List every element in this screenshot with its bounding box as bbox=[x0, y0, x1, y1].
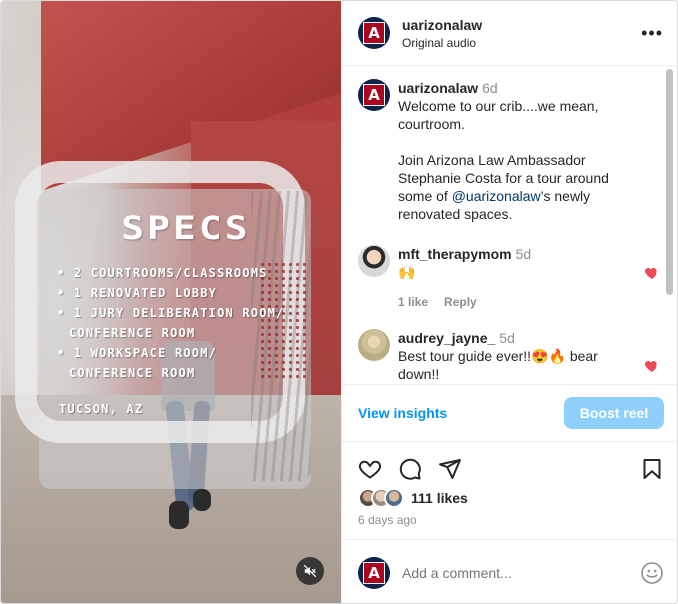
bookmark-icon[interactable] bbox=[640, 457, 664, 481]
audio-link[interactable]: Original audio bbox=[402, 36, 482, 50]
mention-link[interactable]: @uarizonalaw bbox=[452, 188, 541, 204]
avatar[interactable]: A bbox=[358, 79, 390, 111]
header-names: uarizonalaw Original audio bbox=[402, 17, 482, 50]
insights-bar: View insights Boost reel bbox=[342, 384, 677, 442]
specs-title: SPECS bbox=[121, 209, 251, 247]
arizona-a-logo: A bbox=[363, 84, 385, 106]
likes-row: 111 likes bbox=[358, 488, 468, 508]
post-date[interactable]: 6 days ago bbox=[358, 513, 417, 527]
spec-item: conference room bbox=[69, 326, 196, 340]
more-options-icon[interactable]: ••• bbox=[641, 23, 663, 44]
comment-likes[interactable]: 1 like bbox=[398, 293, 428, 311]
specs-list: • 2 courtrooms/classrooms • 1 renovated … bbox=[57, 263, 337, 383]
spec-item: conference room bbox=[69, 366, 196, 380]
comment-item: mft_therapymom 5d 🙌 1 like Reply bbox=[358, 245, 663, 311]
comment-input[interactable] bbox=[402, 564, 640, 581]
caption-time[interactable]: 6d bbox=[482, 80, 498, 96]
speaker-muted-icon bbox=[303, 564, 317, 578]
caption-body: uarizonalaw 6d Welcome to our crib....we … bbox=[398, 79, 638, 223]
liker-avatars[interactable] bbox=[358, 488, 404, 508]
avatar[interactable] bbox=[358, 245, 390, 277]
comment-time[interactable]: 5d bbox=[499, 330, 515, 346]
header-username[interactable]: uarizonalaw bbox=[402, 17, 482, 33]
post-header: A uarizonalaw Original audio ••• bbox=[342, 1, 677, 66]
avatar[interactable]: A bbox=[358, 17, 390, 49]
caption-line2: Join Arizona Law Ambassador Stephanie Co… bbox=[398, 151, 638, 223]
comment-username[interactable]: audrey_jayne_ bbox=[398, 330, 495, 346]
comment-text: 🙌 bbox=[398, 264, 416, 280]
comment-text: Best tour guide ever!!😍🔥 bear down!! bbox=[398, 348, 598, 382]
caption-username[interactable]: uarizonalaw bbox=[398, 80, 478, 96]
comments-list[interactable]: A uarizonalaw 6d Welcome to our crib....w… bbox=[342, 67, 668, 384]
comment-body: mft_therapymom 5d 🙌 1 like Reply bbox=[398, 245, 626, 311]
arizona-a-logo: A bbox=[363, 561, 385, 584]
comments-scrollbar[interactable] bbox=[666, 69, 673, 295]
spec-item: • 2 courtrooms/classrooms bbox=[57, 266, 268, 280]
spec-item: • 1 workspace room/ bbox=[57, 346, 218, 360]
caption: A uarizonalaw 6d Welcome to our crib....w… bbox=[358, 79, 663, 223]
avatar[interactable] bbox=[358, 329, 390, 361]
heart-filled-icon[interactable] bbox=[644, 358, 660, 374]
avatar: A bbox=[358, 556, 390, 589]
arizona-a-logo: A bbox=[363, 22, 385, 44]
share-icon[interactable] bbox=[438, 457, 462, 481]
avatar bbox=[384, 488, 404, 508]
spec-item: • 1 renovated lobby bbox=[57, 286, 218, 300]
add-comment-bar: A bbox=[342, 539, 677, 603]
action-bar bbox=[358, 457, 664, 483]
heart-filled-icon[interactable] bbox=[644, 265, 660, 281]
likes-count[interactable]: 111 likes bbox=[411, 490, 468, 506]
reply-button[interactable]: Reply bbox=[444, 293, 477, 311]
spec-item: • 1 jury deliberation room/ bbox=[57, 306, 285, 320]
post-side-panel: A uarizonalaw Original audio ••• A uariz… bbox=[341, 1, 677, 603]
caption-line1: Welcome to our crib....we mean, courtroo… bbox=[398, 98, 599, 132]
mute-button[interactable] bbox=[296, 557, 324, 585]
comment-item: audrey_jayne_ 5d Best tour guide ever!!😍🔥… bbox=[358, 329, 663, 383]
view-insights-link[interactable]: View insights bbox=[358, 405, 447, 421]
comment-body: audrey_jayne_ 5d Best tour guide ever!!😍🔥… bbox=[398, 329, 626, 383]
emoji-icon[interactable] bbox=[640, 561, 664, 585]
reel-video[interactable]: SPECS • 2 courtrooms/classrooms • 1 reno… bbox=[1, 1, 341, 603]
comment-icon[interactable] bbox=[398, 457, 422, 481]
specs-location: Tucson, AZ bbox=[59, 402, 144, 416]
comment-time[interactable]: 5d bbox=[516, 246, 532, 262]
comment-meta: 1 like Reply bbox=[398, 293, 626, 311]
boost-reel-button[interactable]: Boost reel bbox=[564, 397, 664, 429]
post-dialog: SPECS • 2 courtrooms/classrooms • 1 reno… bbox=[0, 0, 678, 604]
heart-icon[interactable] bbox=[358, 457, 382, 481]
comment-username[interactable]: mft_therapymom bbox=[398, 246, 512, 262]
